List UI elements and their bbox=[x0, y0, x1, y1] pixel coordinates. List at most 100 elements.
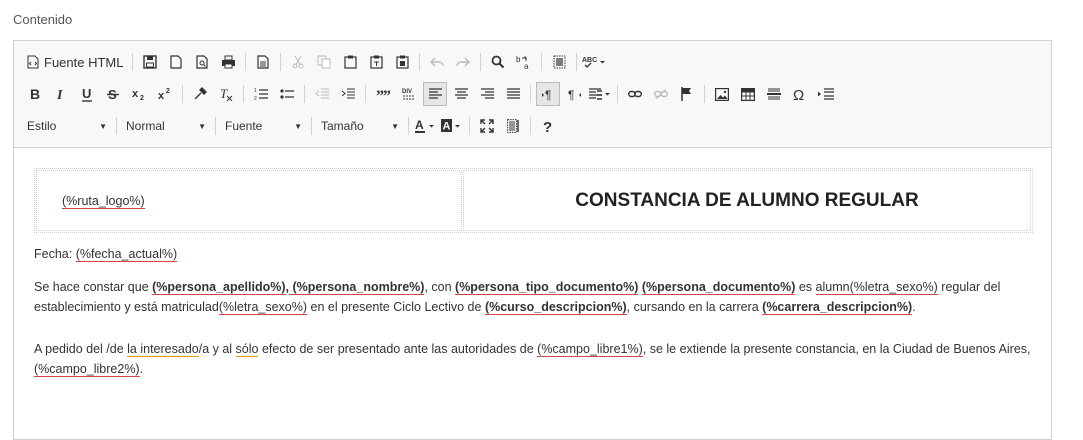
font-combo[interactable]: Fuente ▼ bbox=[220, 114, 307, 138]
underline-icon[interactable]: U bbox=[75, 82, 99, 106]
toolbar-separator bbox=[617, 85, 618, 103]
svg-text:ABC: ABC bbox=[582, 57, 597, 64]
align-center-icon[interactable] bbox=[449, 82, 473, 106]
copy-icon[interactable] bbox=[312, 50, 336, 74]
size-combo[interactable]: Tamaño ▼ bbox=[316, 114, 404, 138]
svg-text:2: 2 bbox=[254, 96, 257, 101]
align-left-icon[interactable] bbox=[423, 82, 447, 106]
size-combo-label: Tamaño bbox=[321, 119, 364, 133]
numbered-list-icon[interactable]: 12 bbox=[249, 82, 273, 106]
strikethrough-icon[interactable]: S bbox=[101, 82, 125, 106]
text-run: /a y al bbox=[198, 342, 236, 356]
svg-text:U: U bbox=[82, 87, 91, 101]
bg-color-icon[interactable]: A bbox=[440, 114, 464, 138]
toolbar-separator bbox=[469, 117, 470, 135]
cut-icon[interactable] bbox=[286, 50, 310, 74]
toolbar-separator bbox=[182, 85, 183, 103]
print-icon[interactable] bbox=[216, 50, 240, 74]
spellcheck-icon[interactable]: ABC bbox=[582, 50, 606, 74]
editor-toolbar: Fuente HTML ba ABC B I U x 2 x 2 T 1 2 ”… bbox=[14, 41, 1051, 148]
superscript-icon[interactable]: x2 bbox=[153, 82, 177, 106]
maximize-icon[interactable] bbox=[475, 114, 499, 138]
word-la-interesado: la interesado bbox=[127, 342, 199, 357]
indent-icon[interactable] bbox=[336, 82, 360, 106]
style-combo[interactable]: Estilo ▼ bbox=[22, 114, 112, 138]
source-label: Fuente HTML bbox=[44, 54, 124, 70]
toolbar-separator bbox=[215, 117, 216, 135]
page-break-icon[interactable] bbox=[814, 82, 838, 106]
anchor-flag-icon[interactable] bbox=[675, 82, 699, 106]
word-alumn: alumn bbox=[815, 280, 850, 295]
undo-icon[interactable] bbox=[425, 50, 449, 74]
svg-text:b: b bbox=[516, 55, 521, 64]
align-justify-icon[interactable] bbox=[501, 82, 525, 106]
rich-text-editor: Fuente HTML ba ABC B I U x 2 x 2 T 1 2 ”… bbox=[13, 40, 1052, 440]
toolbar-separator bbox=[365, 85, 366, 103]
placeholder-campo-libre1: (%campo_libre1%) bbox=[537, 342, 643, 357]
find-icon[interactable] bbox=[486, 50, 510, 74]
remove-format-icon[interactable]: T bbox=[214, 82, 238, 106]
subscript-icon[interactable]: x2 bbox=[127, 82, 151, 106]
select-all-icon[interactable] bbox=[547, 50, 571, 74]
text-run: Se hace constar que bbox=[34, 280, 153, 294]
svg-text:T: T bbox=[220, 87, 228, 101]
svg-text:¶: ¶ bbox=[545, 88, 551, 101]
help-icon[interactable]: ? bbox=[536, 114, 560, 138]
bulleted-list-icon[interactable] bbox=[275, 82, 299, 106]
templates-icon[interactable] bbox=[251, 50, 275, 74]
copy-formatting-icon[interactable] bbox=[188, 82, 212, 106]
blockquote-icon[interactable]: ”” bbox=[371, 82, 395, 106]
replace-icon[interactable]: ba bbox=[512, 50, 536, 74]
link-icon[interactable] bbox=[623, 82, 647, 106]
text-color-icon[interactable]: A bbox=[414, 114, 438, 138]
text-run: . bbox=[139, 362, 144, 376]
rtl-direction-icon[interactable]: ¶ bbox=[562, 82, 586, 106]
editor-content[interactable]: (%ruta_logo%) CONSTANCIA DE ALUMNO REGUL… bbox=[14, 148, 1051, 379]
ltr-direction-icon[interactable]: ¶ bbox=[536, 82, 560, 106]
show-blocks-icon[interactable] bbox=[501, 114, 525, 138]
svg-text:A: A bbox=[443, 121, 451, 133]
horizontal-line-icon[interactable] bbox=[762, 82, 786, 106]
paste-icon[interactable] bbox=[338, 50, 362, 74]
svg-text:I: I bbox=[56, 88, 63, 101]
word-solo: sólo bbox=[235, 342, 259, 357]
toolbar-separator bbox=[419, 53, 421, 71]
document-title: CONSTANCIA DE ALUMNO REGULAR bbox=[463, 170, 1031, 231]
format-combo[interactable]: Normal ▼ bbox=[121, 114, 211, 138]
paste-word-icon[interactable] bbox=[390, 50, 414, 74]
unlink-icon[interactable] bbox=[649, 82, 673, 106]
language-icon[interactable] bbox=[588, 82, 612, 106]
bold-icon[interactable]: B bbox=[23, 82, 47, 106]
toolbar-separator bbox=[576, 53, 578, 71]
svg-text:1: 1 bbox=[254, 88, 257, 94]
save-icon[interactable] bbox=[138, 50, 162, 74]
text-run: en el presente Ciclo Lectivo de bbox=[307, 300, 485, 314]
svg-text:Ω: Ω bbox=[793, 87, 804, 101]
body-paragraph-1: Se hace constar que (%persona_apellido%)… bbox=[34, 277, 1031, 317]
logo-cell: (%ruta_logo%) bbox=[36, 170, 462, 231]
source-html-button[interactable]: Fuente HTML bbox=[23, 50, 127, 74]
svg-text:¶: ¶ bbox=[568, 88, 574, 101]
toolbar-row-1: Fuente HTML ba ABC bbox=[22, 46, 1051, 78]
placeholder-nombre: (%persona_nombre%) bbox=[289, 280, 425, 295]
create-div-icon[interactable]: DIV bbox=[397, 82, 421, 106]
placeholder-curso: (%curso_descripcion%) bbox=[484, 300, 627, 315]
paste-text-icon[interactable] bbox=[364, 50, 388, 74]
special-char-icon[interactable]: Ω bbox=[788, 82, 812, 106]
new-page-icon[interactable] bbox=[164, 50, 188, 74]
preview-icon[interactable] bbox=[190, 50, 214, 74]
outdent-icon[interactable] bbox=[310, 82, 334, 106]
toolbar-separator bbox=[311, 117, 312, 135]
italic-icon[interactable]: I bbox=[49, 82, 73, 106]
text-run: es bbox=[795, 280, 816, 294]
image-icon[interactable] bbox=[710, 82, 734, 106]
body-paragraph-2: A pedido del /de la interesado/a y al só… bbox=[34, 339, 1031, 379]
text-run: , se le extiende la presente constancia,… bbox=[642, 342, 1031, 356]
redo-icon[interactable] bbox=[451, 50, 475, 74]
text-run: , con bbox=[424, 280, 456, 294]
table-icon[interactable] bbox=[736, 82, 760, 106]
svg-text:DIV: DIV bbox=[402, 89, 412, 95]
svg-text:x: x bbox=[158, 90, 165, 101]
align-right-icon[interactable] bbox=[475, 82, 499, 106]
toolbar-row-3: Estilo ▼ Normal ▼ Fuente ▼ Tamaño ▼ A A bbox=[22, 110, 1051, 142]
